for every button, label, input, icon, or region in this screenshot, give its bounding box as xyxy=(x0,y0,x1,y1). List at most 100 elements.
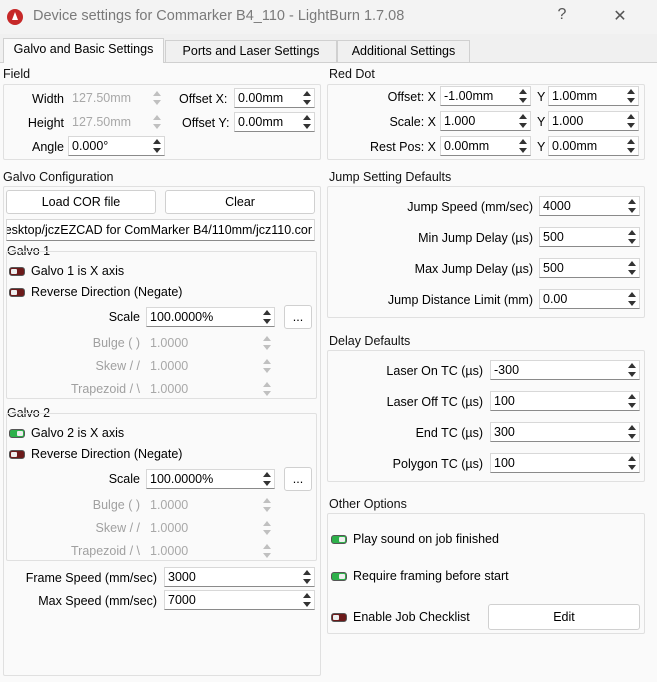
height-label: Height xyxy=(27,116,64,130)
frame-speed-arrows-icon[interactable] xyxy=(301,569,313,585)
galvo1-bulge-arrows-icon xyxy=(261,335,273,351)
galvo2-trapezoid-arrows-icon xyxy=(261,543,273,559)
job-checklist-label: Enable Job Checklist xyxy=(353,610,470,624)
laser-on-tc-arrows-icon[interactable] xyxy=(626,362,638,378)
galvo2-skew-arrows-icon xyxy=(261,520,273,536)
lightburn-logo-icon xyxy=(7,9,23,25)
play-sound-label: Play sound on job finished xyxy=(353,532,499,546)
galvo2-reverse-label: Reverse Direction (Negate) xyxy=(31,447,183,461)
red-dot-offset-x-input[interactable]: -1.00mm xyxy=(440,86,531,106)
end-tc-arrows-icon[interactable] xyxy=(626,424,638,440)
offset-y-spin-arrows-icon[interactable] xyxy=(301,114,313,130)
galvo2-scale-arrows-icon[interactable] xyxy=(261,471,273,487)
galvo1-reverse-toggle[interactable] xyxy=(9,288,25,297)
red-dot-scale-label: Scale: X xyxy=(389,115,436,129)
galvo1-is-x-toggle[interactable] xyxy=(9,267,25,276)
angle-spin-arrows-icon[interactable] xyxy=(151,138,163,154)
jump-speed-input[interactable]: 4000 xyxy=(539,196,640,216)
laser-on-tc-input[interactable]: -300 xyxy=(490,360,640,380)
laser-off-tc-label: Laser Off TC (µs) xyxy=(386,395,483,409)
red-dot-scale-y-label: Y xyxy=(537,115,546,129)
offset-x-spin-arrows-icon[interactable] xyxy=(301,90,313,106)
offset-x-input[interactable]: 0.00mm xyxy=(234,88,315,108)
edit-checklist-button[interactable]: Edit xyxy=(488,604,640,630)
red-dot-rest-label: Rest Pos: X xyxy=(370,140,436,154)
jump-distance-limit-input[interactable]: 0.00 xyxy=(539,289,640,309)
laser-on-tc-label: Laser On TC (µs) xyxy=(386,364,483,378)
red-dot-rest-y-label: Y xyxy=(537,140,546,154)
red-dot-rest-x-input[interactable]: 0.00mm xyxy=(440,136,531,156)
settings-panel: Field Width 127.50mm Height 127.50mm Ang… xyxy=(0,62,657,682)
red-dot-rest-y-arrows-icon[interactable] xyxy=(625,138,637,154)
red-dot-offset-y-input[interactable]: 1.00mm xyxy=(548,86,639,106)
min-jump-delay-input[interactable]: 500 xyxy=(539,227,640,247)
require-framing-toggle[interactable] xyxy=(331,572,347,581)
end-tc-input[interactable]: 300 xyxy=(490,422,640,442)
galvo1-scale-arrows-icon[interactable] xyxy=(261,309,273,325)
max-speed-label: Max Speed (mm/sec) xyxy=(38,594,157,608)
angle-input[interactable]: 0.000° xyxy=(68,136,165,156)
help-button[interactable]: ? xyxy=(550,6,574,24)
jump-distance-limit-arrows-icon[interactable] xyxy=(626,291,638,307)
red-dot-scale-x-arrows-icon[interactable] xyxy=(517,113,529,129)
min-jump-delay-arrows-icon[interactable] xyxy=(626,229,638,245)
galvo2-scale-input[interactable]: 100.0000% xyxy=(146,469,275,489)
galvo2-is-x-toggle[interactable] xyxy=(9,429,25,438)
red-dot-offset-x-arrows-icon[interactable] xyxy=(517,88,529,104)
height-input: 127.50mm xyxy=(68,112,165,132)
galvo1-bulge-input: 1.0000 xyxy=(146,333,275,353)
red-dot-scale-y-input[interactable]: 1.000 xyxy=(548,111,639,131)
angle-label: Angle xyxy=(32,140,64,154)
tab-additional[interactable]: Additional Settings xyxy=(337,40,470,62)
max-jump-delay-arrows-icon[interactable] xyxy=(626,260,638,276)
max-speed-input[interactable]: 7000 xyxy=(164,590,315,610)
red-dot-offset-label: Offset: X xyxy=(387,90,436,104)
offset-y-input[interactable]: 0.00mm xyxy=(234,112,315,132)
max-speed-arrows-icon[interactable] xyxy=(301,592,313,608)
frame-speed-input[interactable]: 3000 xyxy=(164,567,315,587)
red-dot-scale-y-arrows-icon[interactable] xyxy=(625,113,637,129)
clear-button[interactable]: Clear xyxy=(165,190,315,214)
galvo1-skew-label: Skew / / xyxy=(95,359,140,373)
galvo2-bulge-arrows-icon xyxy=(261,497,273,513)
cor-file-path-field[interactable]: C:/Users/Desktop/jczEZCAD for ComMarker … xyxy=(6,219,315,241)
jump-speed-label: Jump Speed (mm/sec) xyxy=(407,200,533,214)
polygon-tc-input[interactable]: 100 xyxy=(490,453,640,473)
polygon-tc-arrows-icon[interactable] xyxy=(626,455,638,471)
red-dot-scale-x-input[interactable]: 1.000 xyxy=(440,111,531,131)
other-options-title: Other Options xyxy=(329,497,407,511)
galvo1-skew-arrows-icon xyxy=(261,358,273,374)
galvo2-trapezoid-input: 1.0000 xyxy=(146,541,275,561)
red-dot-offset-y-arrows-icon[interactable] xyxy=(625,88,637,104)
galvo2-reverse-toggle[interactable] xyxy=(9,450,25,459)
tab-bar: Galvo and Basic Settings Ports and Laser… xyxy=(0,38,657,63)
laser-off-tc-arrows-icon[interactable] xyxy=(626,393,638,409)
galvo1-reverse-label: Reverse Direction (Negate) xyxy=(31,285,183,299)
galvo-config-title: Galvo Configuration xyxy=(3,170,114,184)
max-jump-delay-input[interactable]: 500 xyxy=(539,258,640,278)
galvo2-more-button[interactable]: ... xyxy=(284,467,312,491)
red-dot-offset-y-label: Y xyxy=(537,90,546,104)
galvo2-trapezoid-label: Trapezoid / \ xyxy=(70,544,140,558)
red-dot-rest-x-arrows-icon[interactable] xyxy=(517,138,529,154)
tab-galvo-basic[interactable]: Galvo and Basic Settings xyxy=(3,38,164,63)
red-dot-rest-y-input[interactable]: 0.00mm xyxy=(548,136,639,156)
galvo2-bulge-input: 1.0000 xyxy=(146,495,275,515)
laser-off-tc-input[interactable]: 100 xyxy=(490,391,640,411)
close-button[interactable]: ✕ xyxy=(608,6,632,26)
require-framing-label: Require framing before start xyxy=(353,569,509,583)
galvo1-more-button[interactable]: ... xyxy=(284,305,312,329)
load-cor-file-button[interactable]: Load COR file xyxy=(6,190,156,214)
galvo2-skew-input: 1.0000 xyxy=(146,518,275,538)
max-jump-delay-label: Max Jump Delay (µs) xyxy=(414,262,533,276)
width-input: 127.50mm xyxy=(68,88,165,108)
jump-distance-limit-label: Jump Distance Limit (mm) xyxy=(387,293,533,307)
field-group-title: Field xyxy=(3,67,31,81)
job-checklist-toggle[interactable] xyxy=(331,613,347,622)
galvo1-skew-input: 1.0000 xyxy=(146,356,275,376)
tab-ports-laser[interactable]: Ports and Laser Settings xyxy=(165,40,337,62)
width-spin-arrows-icon xyxy=(151,90,163,106)
play-sound-toggle[interactable] xyxy=(331,535,347,544)
jump-speed-arrows-icon[interactable] xyxy=(626,198,638,214)
galvo1-scale-input[interactable]: 100.0000% xyxy=(146,307,275,327)
